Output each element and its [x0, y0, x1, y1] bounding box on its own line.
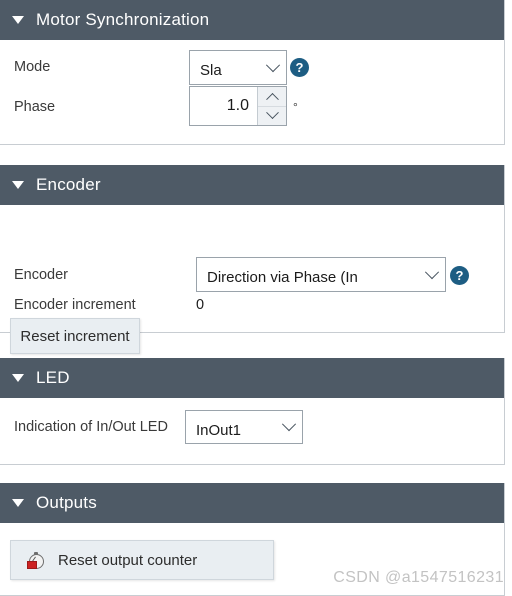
caret-down-icon[interactable] [12, 16, 24, 24]
reset-increment-button[interactable]: Reset increment [10, 318, 140, 354]
section-header-motor-synchronization[interactable]: Motor Synchronization [0, 0, 504, 40]
inout-led-dropdown[interactable]: InOut1 [185, 410, 303, 444]
section-header-encoder[interactable]: Encoder [0, 165, 504, 205]
reset-increment-label: Reset increment [20, 327, 130, 345]
label-mode: Mode [14, 59, 51, 75]
counter-reset-icon [27, 551, 44, 569]
chevron-down-icon[interactable] [260, 57, 286, 73]
section-title: Motor Synchronization [36, 10, 210, 29]
section-encoder: Encoder Encoder Direction via Phase (In … [0, 165, 505, 354]
row-inout-led: Indication of In/Out LED [14, 419, 168, 435]
phase-stepper-buttons[interactable] [257, 87, 286, 125]
section-body-outputs: Reset output counter [0, 523, 504, 595]
caret-down-icon[interactable] [12, 181, 24, 189]
section-header-outputs[interactable]: Outputs [0, 483, 504, 523]
reset-output-counter-button[interactable]: Reset output counter [10, 540, 274, 580]
help-icon-mode[interactable]: ? [290, 58, 309, 77]
inout-led-dropdown-value: InOut1 [196, 422, 242, 438]
label-inout-led: Indication of In/Out LED [14, 419, 168, 435]
mode-dropdown[interactable]: Sla [189, 50, 287, 85]
row-encoder-increment: Encoder increment [14, 297, 136, 313]
section-outputs: Outputs Reset output counter [0, 483, 505, 596]
reset-output-counter-label: Reset output counter [58, 551, 198, 569]
row-mode: Mode [14, 59, 50, 75]
section-body-encoder: Encoder Direction via Phase (In ? Encode… [0, 205, 504, 354]
section-title: Outputs [36, 493, 97, 512]
section-title: LED [36, 368, 70, 387]
chevron-down-icon[interactable] [276, 417, 302, 432]
phase-value[interactable]: 1.0 [190, 87, 257, 125]
encoder-increment-value: 0 [196, 297, 205, 313]
label-encoder-increment: Encoder increment [14, 297, 136, 313]
phase-stepper[interactable]: 1.0 [189, 86, 287, 126]
phase-increment-button[interactable] [258, 87, 286, 107]
label-phase: Phase [14, 99, 56, 115]
phase-decrement-button[interactable] [258, 106, 286, 126]
section-motor-synchronization: Motor Synchronization Mode Sla ? Phase 1… [0, 0, 505, 145]
row-phase: Phase [14, 99, 55, 115]
phase-unit-label: ° [293, 100, 298, 114]
section-header-led[interactable]: LED [0, 358, 504, 398]
encoder-dropdown[interactable]: Direction via Phase (In [196, 257, 446, 292]
row-encoder: Encoder [14, 267, 68, 283]
mode-dropdown-value: Sla [200, 63, 222, 78]
encoder-dropdown-value: Direction via Phase (In [207, 270, 358, 285]
section-led: LED Indication of In/Out LED InOut1 [0, 358, 505, 465]
section-body-motor-synchronization: Mode Sla ? Phase 1.0 ° [0, 40, 504, 144]
caret-down-icon[interactable] [12, 374, 24, 382]
caret-down-icon[interactable] [12, 499, 24, 507]
section-title: Encoder [36, 175, 101, 194]
help-icon-encoder[interactable]: ? [450, 266, 469, 285]
section-body-led: Indication of In/Out LED InOut1 [0, 398, 504, 464]
chevron-down-icon[interactable] [419, 264, 445, 280]
label-encoder: Encoder [14, 267, 69, 283]
